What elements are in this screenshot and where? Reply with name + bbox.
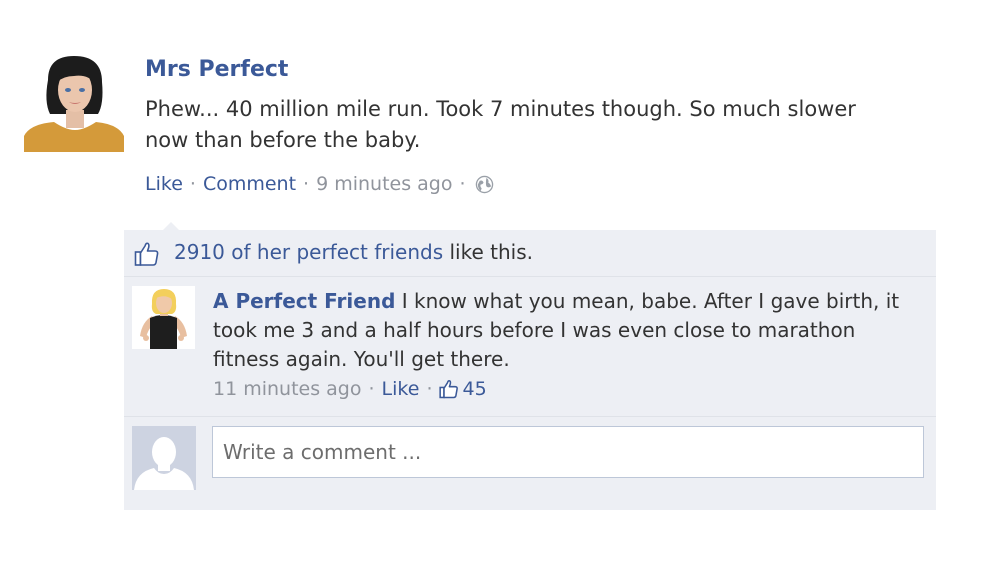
comment-like-count[interactable]: 45 bbox=[462, 376, 486, 402]
comment-author-name[interactable]: A Perfect Friend bbox=[213, 289, 395, 313]
comment-input[interactable] bbox=[212, 426, 924, 478]
post-meta: Like · Comment · 9 minutes ago · bbox=[145, 171, 494, 197]
globe-icon[interactable] bbox=[475, 175, 494, 194]
feedback-pointer bbox=[163, 222, 179, 230]
thumbs-up-icon bbox=[134, 241, 160, 267]
likers-link[interactable]: 2910 of her perfect friends bbox=[174, 240, 443, 264]
likes-text: 2910 of her perfect friends like this. bbox=[174, 239, 533, 265]
separator-dot: · bbox=[189, 173, 196, 195]
comment-meta: 11 minutes ago · Like · 45 bbox=[213, 376, 487, 402]
viewer-avatar bbox=[132, 426, 196, 490]
separator-dot: · bbox=[426, 378, 433, 400]
thumbs-up-icon[interactable] bbox=[439, 379, 459, 399]
comment-like-link[interactable]: Like bbox=[382, 376, 420, 402]
comment-body: A Perfect Friend I know what you mean, b… bbox=[213, 287, 925, 374]
comment-timestamp[interactable]: 11 minutes ago bbox=[213, 376, 362, 402]
post-author-name[interactable]: Mrs Perfect bbox=[145, 57, 288, 82]
separator-dot: · bbox=[459, 173, 466, 195]
comment-composer bbox=[124, 418, 936, 510]
post-author-avatar[interactable] bbox=[24, 52, 124, 152]
comment-link[interactable]: Comment bbox=[203, 171, 296, 197]
like-link[interactable]: Like bbox=[145, 171, 183, 197]
separator-dot: · bbox=[303, 173, 310, 195]
comment-item: A Perfect Friend I know what you mean, b… bbox=[124, 278, 936, 417]
feedback-box: 2910 of her perfect friends like this. A… bbox=[124, 230, 936, 510]
commenter-avatar[interactable] bbox=[132, 286, 195, 349]
post-timestamp[interactable]: 9 minutes ago bbox=[316, 171, 452, 197]
post-text: Phew... 40 million mile run. Took 7 minu… bbox=[145, 97, 856, 152]
likes-summary: 2910 of her perfect friends like this. bbox=[124, 230, 936, 277]
likes-suffix: like this. bbox=[449, 240, 534, 264]
separator-dot: · bbox=[368, 378, 375, 400]
